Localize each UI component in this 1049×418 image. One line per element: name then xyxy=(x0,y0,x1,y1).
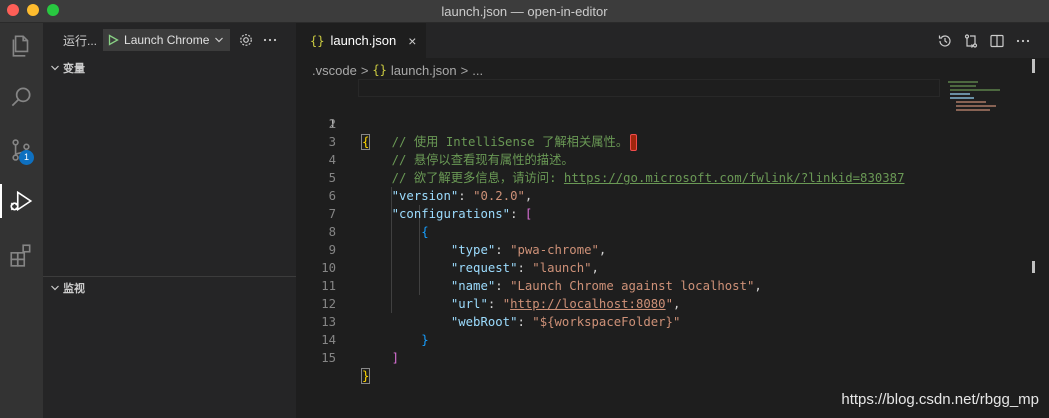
code-line: 12 "webRoot": "${workspaceFolder}" xyxy=(296,277,1049,329)
close-window-button[interactable] xyxy=(7,4,19,16)
editor-area: {} launch.json × .vscode > {} launch.jso… xyxy=(296,23,1049,418)
breadcrumb: .vscode > {} launch.json > ... xyxy=(312,59,483,81)
current-line-highlight xyxy=(358,79,940,97)
breadcrumb-folder[interactable]: .vscode xyxy=(312,63,357,78)
code-line: 2 // 使用 IntelliSense 了解相关属性。 xyxy=(296,97,1049,151)
code-line: 3 // 悬停以查看现有属性的描述。 xyxy=(296,115,1049,167)
editor-actions xyxy=(937,23,1031,58)
json-file-icon: {} xyxy=(310,33,325,48)
breadcrumb-symbol[interactable]: ... xyxy=(472,63,483,78)
run-label: 运行... xyxy=(63,33,98,48)
code-line: 13 } xyxy=(296,295,1049,347)
breadcrumb-separator: > xyxy=(360,62,369,78)
activity-bar: 1 xyxy=(0,23,43,418)
code-line: 10 "name": "Launch Chrome against localh… xyxy=(296,241,1049,293)
search-icon[interactable] xyxy=(6,82,36,112)
code-line: 14 ] xyxy=(296,313,1049,365)
bracket: } xyxy=(360,368,371,384)
timeline-icon[interactable] xyxy=(937,33,953,49)
code-line: 9 "request": "launch", xyxy=(296,223,1049,275)
maximize-window-button[interactable] xyxy=(47,4,59,16)
code-line: 7 { xyxy=(296,187,1049,239)
window-title: launch.json — open-in-editor xyxy=(441,3,608,19)
minimap[interactable] xyxy=(946,79,1036,119)
tab-launch-json[interactable]: {} launch.json × xyxy=(296,23,426,58)
scrollbar-thumb[interactable] xyxy=(1032,261,1035,273)
source-control-badge: 1 xyxy=(19,150,34,165)
code-line: 8 "type": "pwa-chrome", xyxy=(296,205,1049,257)
compare-changes-icon[interactable] xyxy=(963,33,979,49)
line-number: 15 xyxy=(321,351,336,365)
files-icon[interactable] xyxy=(6,31,36,61)
close-icon[interactable]: × xyxy=(408,33,416,49)
variables-section-header[interactable]: 变量 xyxy=(43,57,296,79)
breadcrumb-file[interactable]: launch.json xyxy=(391,63,457,78)
launch-config-dropdown[interactable]: Launch Chrome xyxy=(103,29,231,51)
chevron-down-icon xyxy=(215,37,224,43)
breadcrumb-separator: > xyxy=(460,62,469,78)
variables-title: 变量 xyxy=(63,63,85,75)
chevron-down-icon xyxy=(47,63,63,73)
code-editor[interactable]: 1 { 2 // 使用 IntelliSense 了解相关属性。 3 // 悬停… xyxy=(296,79,1049,384)
tab-strip: {} launch.json × xyxy=(296,23,1049,58)
gear-icon[interactable] xyxy=(238,32,254,48)
split-editor-icon[interactable] xyxy=(989,33,1005,49)
minimize-window-button[interactable] xyxy=(27,4,39,16)
play-icon[interactable] xyxy=(107,34,119,46)
watch-section-header[interactable]: 监视 xyxy=(43,277,296,299)
config-name: Launch Chrome xyxy=(124,33,210,47)
tab-label: launch.json xyxy=(330,33,397,48)
bracket: ] xyxy=(391,351,400,365)
run-debug-icon[interactable] xyxy=(6,186,36,216)
code-line: 11 "url": "http://localhost:8080", xyxy=(296,259,1049,311)
run-debug-sidebar: 运行... Launch Chrome 变量 监视 xyxy=(43,23,296,418)
code-line: 6 "configurations": [ xyxy=(296,169,1049,221)
scrollbar-thumb[interactable] xyxy=(1032,59,1035,73)
run-header: 运行... Launch Chrome xyxy=(43,28,296,52)
code-line: 15 } xyxy=(296,331,1049,384)
title-bar: launch.json — open-in-editor xyxy=(0,0,1049,23)
active-indicator xyxy=(0,184,2,218)
extensions-icon[interactable] xyxy=(6,240,36,270)
json-file-icon: {} xyxy=(372,63,387,77)
code-line: 5 "version": "0.2.0", xyxy=(296,151,1049,203)
chevron-down-icon xyxy=(47,283,63,293)
code-line: 1 { xyxy=(296,79,1049,150)
watermark: https://blog.csdn.net/rbgg_mp xyxy=(841,391,1039,408)
window-controls xyxy=(7,4,59,16)
watch-title: 监视 xyxy=(63,283,85,295)
more-actions-icon[interactable] xyxy=(1015,33,1031,49)
more-actions-icon[interactable] xyxy=(262,32,278,48)
code-line: 4 // 欲了解更多信息，请访问: https://go.microsoft.c… xyxy=(296,133,1049,185)
